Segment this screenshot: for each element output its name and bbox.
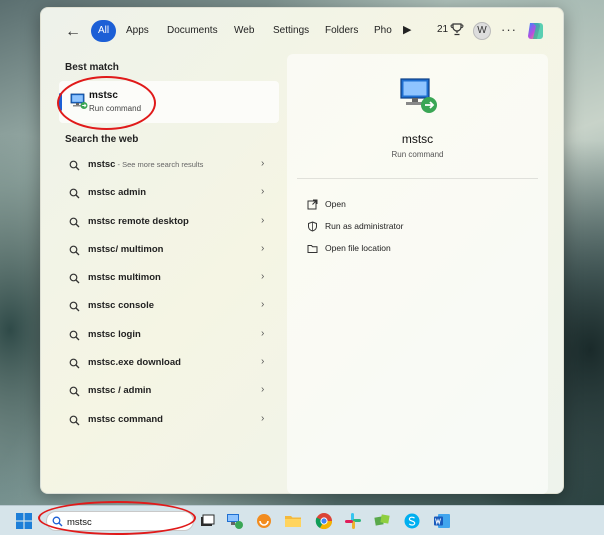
folder-icon — [307, 245, 318, 253]
best-match-subtitle: Run command — [89, 104, 142, 113]
web-suggestion[interactable]: mstsc login › — [59, 323, 279, 351]
word-icon[interactable] — [433, 512, 451, 530]
start-search-panel: ← All Apps Documents Web Settings Folder… — [40, 7, 564, 494]
suggestion-text: mstsc command — [88, 413, 163, 425]
chevron-right-icon: › — [261, 327, 265, 339]
trophy-icon[interactable] — [450, 22, 464, 36]
search-web-heading: Search the web — [65, 134, 139, 145]
search-icon — [69, 358, 80, 369]
suggestion-text: mstsc remote desktop — [88, 215, 189, 227]
search-icon — [69, 217, 80, 228]
tab-apps[interactable]: Apps — [118, 20, 157, 42]
web-suggestion[interactable]: mstsc command › — [59, 408, 279, 436]
search-icon — [69, 386, 80, 397]
suggestion-text: mstsc / admin — [88, 385, 152, 397]
open-action[interactable]: Open — [307, 198, 527, 214]
taskbar-search-input[interactable] — [67, 514, 187, 530]
chrome-icon[interactable] — [315, 512, 333, 530]
suggestion-text: mstsc/ multimon — [88, 243, 164, 255]
shield-icon — [308, 221, 317, 232]
chevron-right-icon: › — [261, 384, 265, 396]
skype-icon[interactable] — [403, 512, 421, 530]
task-view-icon[interactable] — [198, 512, 216, 530]
search-icon — [69, 273, 80, 284]
suggestion-text: mstsc console — [88, 300, 154, 312]
avatar[interactable]: W — [473, 22, 491, 40]
suggestion-text: mstsc admin — [88, 187, 147, 199]
action-label: Open file location — [325, 243, 391, 253]
tab-documents[interactable]: Documents — [159, 20, 226, 42]
tab-all[interactable]: All — [91, 20, 117, 42]
chevron-right-icon: › — [261, 299, 265, 311]
chevron-right-icon: › — [261, 412, 265, 424]
app-green-icon[interactable] — [373, 512, 391, 530]
search-icon — [69, 160, 80, 171]
open-external-icon — [307, 199, 318, 210]
web-suggestion[interactable]: mstsc.exe download › — [59, 351, 279, 379]
remote-desktop-icon — [70, 93, 88, 109]
windows-start-icon[interactable] — [16, 513, 32, 529]
copilot-icon[interactable] — [524, 20, 546, 42]
remote-desktop-icon — [400, 78, 437, 113]
file-explorer-icon[interactable] — [284, 512, 302, 530]
taskbar-search-box[interactable] — [46, 511, 194, 531]
action-label: Open — [325, 199, 346, 209]
back-arrow-icon[interactable]: ← — [65, 23, 83, 41]
chevron-right-icon: › — [261, 186, 265, 198]
search-filter-bar: ← All Apps Documents Web Settings Folder… — [41, 20, 565, 46]
search-icon — [69, 330, 80, 341]
taskbar — [0, 505, 604, 535]
remote-desktop-icon[interactable] — [226, 512, 244, 530]
app-orange-icon[interactable] — [255, 512, 273, 530]
search-icon — [69, 188, 80, 199]
run-as-admin-action[interactable]: Run as administrator — [307, 220, 527, 236]
search-icon — [69, 245, 80, 256]
rewards-points: 21 — [437, 24, 449, 35]
chevron-right-icon: › — [261, 214, 265, 226]
open-file-location-action[interactable]: Open file location — [307, 242, 527, 258]
tab-folders[interactable]: Folders — [317, 20, 366, 42]
preview-subtitle: Run command — [391, 150, 444, 159]
web-suggestion[interactable]: mstsc/ multimon › — [59, 238, 279, 266]
suggestion-hint: - See more search results — [115, 160, 204, 169]
suggestion-text: mstsc login — [88, 328, 141, 340]
web-suggestion[interactable]: mstsc - See more search results › — [59, 153, 279, 181]
slack-icon[interactable] — [344, 512, 362, 530]
web-suggestion[interactable]: mstsc console › — [59, 294, 279, 322]
divider — [297, 178, 538, 179]
best-match-item[interactable]: mstsc Run command — [59, 81, 279, 123]
tab-web[interactable]: Web — [226, 20, 262, 42]
play-icon[interactable]: ▶ — [403, 23, 411, 36]
suggestion-text: mstsc.exe download — [88, 357, 181, 369]
best-match-heading: Best match — [65, 62, 119, 73]
chevron-right-icon: › — [261, 242, 265, 254]
web-suggestion[interactable]: mstsc multimon › — [59, 266, 279, 294]
best-match-name: mstsc — [89, 90, 118, 101]
chevron-right-icon: › — [261, 158, 265, 169]
web-suggestion[interactable]: mstsc admin › — [59, 181, 279, 209]
selection-indicator — [59, 93, 62, 111]
search-icon — [52, 516, 63, 527]
tab-photos[interactable]: Pho — [366, 20, 400, 42]
more-options-icon[interactable]: ··· — [501, 22, 517, 37]
web-suggestions-list: mstsc - See more search results › mstsc … — [59, 153, 279, 436]
search-icon — [69, 415, 80, 426]
preview-title: mstsc — [401, 132, 434, 146]
web-suggestion[interactable]: mstsc / admin › — [59, 379, 279, 407]
tab-settings[interactable]: Settings — [265, 20, 317, 42]
chevron-right-icon: › — [261, 271, 265, 283]
suggestion-text: mstsc — [88, 159, 116, 170]
chevron-right-icon: › — [261, 356, 265, 368]
search-icon — [69, 302, 80, 312]
action-label: Run as administrator — [325, 221, 404, 231]
suggestion-text: mstsc multimon — [88, 272, 161, 284]
result-preview-pane: mstsc Run command Open Run as administra… — [287, 54, 548, 494]
web-suggestion[interactable]: mstsc remote desktop › — [59, 210, 279, 238]
